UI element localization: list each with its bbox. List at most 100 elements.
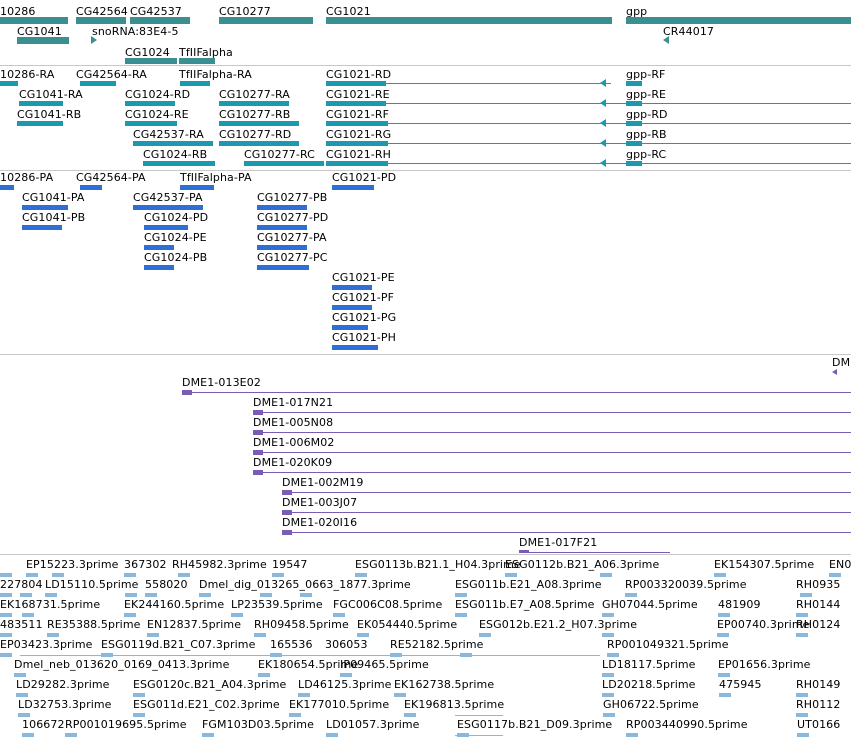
est-feature[interactable] <box>455 613 467 617</box>
gene-feature[interactable] <box>626 17 851 24</box>
clone-feature[interactable] <box>282 510 292 515</box>
protein-feature[interactable] <box>80 185 102 190</box>
transcript-feature[interactable] <box>219 101 289 106</box>
est-feature[interactable] <box>47 633 59 637</box>
protein-feature[interactable] <box>332 285 372 290</box>
protein-feature[interactable] <box>257 245 307 250</box>
est-feature[interactable] <box>199 593 211 597</box>
protein-feature[interactable] <box>22 205 68 210</box>
est-feature[interactable] <box>0 573 12 577</box>
gene-feature[interactable] <box>219 17 313 24</box>
gene-feature[interactable] <box>326 17 612 24</box>
est-feature[interactable] <box>254 633 266 637</box>
est-feature[interactable] <box>602 613 614 617</box>
est-feature[interactable] <box>718 613 730 617</box>
transcript-feature[interactable] <box>219 121 299 126</box>
est-feature[interactable] <box>607 653 619 657</box>
gene-feature[interactable] <box>17 37 69 44</box>
est-feature[interactable] <box>394 693 406 697</box>
est-feature[interactable] <box>300 593 312 597</box>
clone-feature[interactable] <box>253 430 263 435</box>
est-feature[interactable] <box>333 613 345 617</box>
est-feature[interactable] <box>796 613 808 617</box>
est-feature[interactable] <box>178 573 190 577</box>
est-feature[interactable] <box>22 733 34 737</box>
gene-feature[interactable] <box>0 17 68 24</box>
est-feature[interactable] <box>714 573 726 577</box>
protein-feature[interactable] <box>144 245 174 250</box>
protein-feature[interactable] <box>332 345 378 350</box>
est-feature[interactable] <box>133 693 145 697</box>
transcript-feature[interactable] <box>19 101 63 106</box>
transcript-feature[interactable] <box>326 161 388 166</box>
transcript-feature[interactable] <box>626 121 642 126</box>
est-feature[interactable] <box>0 633 12 637</box>
protein-feature[interactable] <box>332 185 374 190</box>
est-feature[interactable] <box>0 593 12 597</box>
transcript-feature[interactable] <box>626 141 642 146</box>
protein-feature[interactable] <box>0 185 14 190</box>
est-feature[interactable] <box>717 633 729 637</box>
est-feature[interactable] <box>602 693 614 697</box>
est-feature[interactable] <box>404 713 416 717</box>
clone-feature[interactable] <box>519 550 529 553</box>
clone-feature[interactable] <box>282 530 292 535</box>
est-feature[interactable] <box>626 733 638 737</box>
transcript-feature[interactable] <box>326 141 388 146</box>
transcript-feature[interactable] <box>244 161 324 166</box>
est-feature[interactable] <box>505 573 517 577</box>
gene-feature[interactable] <box>130 17 190 24</box>
est-feature[interactable] <box>355 573 367 577</box>
est-feature[interactable] <box>796 693 808 697</box>
transcript-feature[interactable] <box>326 81 386 86</box>
est-feature[interactable] <box>357 633 369 637</box>
clone-feature[interactable] <box>253 470 263 475</box>
est-feature[interactable] <box>602 633 614 637</box>
transcript-feature[interactable] <box>17 121 63 126</box>
est-feature[interactable] <box>22 613 34 617</box>
transcript-feature[interactable] <box>326 121 388 126</box>
est-feature[interactable] <box>14 673 26 677</box>
est-feature[interactable] <box>124 613 136 617</box>
transcript-feature[interactable] <box>125 121 177 126</box>
transcript-feature[interactable] <box>143 161 215 166</box>
transcript-feature[interactable] <box>626 81 642 86</box>
est-feature[interactable] <box>625 593 637 597</box>
clone-feature[interactable] <box>253 450 263 455</box>
gene-feature[interactable] <box>179 58 215 64</box>
clone-feature[interactable] <box>253 410 263 415</box>
est-feature[interactable] <box>800 593 812 597</box>
est-feature[interactable] <box>231 613 243 617</box>
protein-feature[interactable] <box>180 185 214 190</box>
est-feature[interactable] <box>65 733 77 737</box>
gene-feature[interactable] <box>125 58 177 64</box>
est-feature[interactable] <box>603 713 615 717</box>
protein-feature[interactable] <box>22 225 62 230</box>
protein-feature[interactable] <box>257 225 307 230</box>
gene-feature[interactable] <box>76 17 126 24</box>
est-feature[interactable] <box>796 633 808 637</box>
est-feature[interactable] <box>125 593 137 597</box>
est-feature[interactable] <box>326 733 338 737</box>
est-feature[interactable] <box>718 673 730 677</box>
est-feature[interactable] <box>298 693 310 697</box>
est-feature[interactable] <box>133 713 145 717</box>
est-feature[interactable] <box>829 573 841 577</box>
est-feature[interactable] <box>479 633 491 637</box>
est-feature[interactable] <box>26 573 38 577</box>
est-feature[interactable] <box>719 693 731 697</box>
est-feature[interactable] <box>272 573 284 577</box>
protein-feature[interactable] <box>257 265 309 270</box>
protein-feature[interactable] <box>332 305 372 310</box>
est-feature[interactable] <box>0 613 12 617</box>
est-feature[interactable] <box>124 573 136 577</box>
protein-feature[interactable] <box>144 265 174 270</box>
est-feature[interactable] <box>797 733 809 737</box>
est-feature[interactable] <box>16 693 28 697</box>
est-feature[interactable] <box>147 633 159 637</box>
est-feature[interactable] <box>796 713 808 717</box>
est-feature[interactable] <box>18 713 30 717</box>
transcript-feature[interactable] <box>626 161 642 166</box>
transcript-feature[interactable] <box>219 141 299 146</box>
transcript-feature[interactable] <box>626 101 642 106</box>
